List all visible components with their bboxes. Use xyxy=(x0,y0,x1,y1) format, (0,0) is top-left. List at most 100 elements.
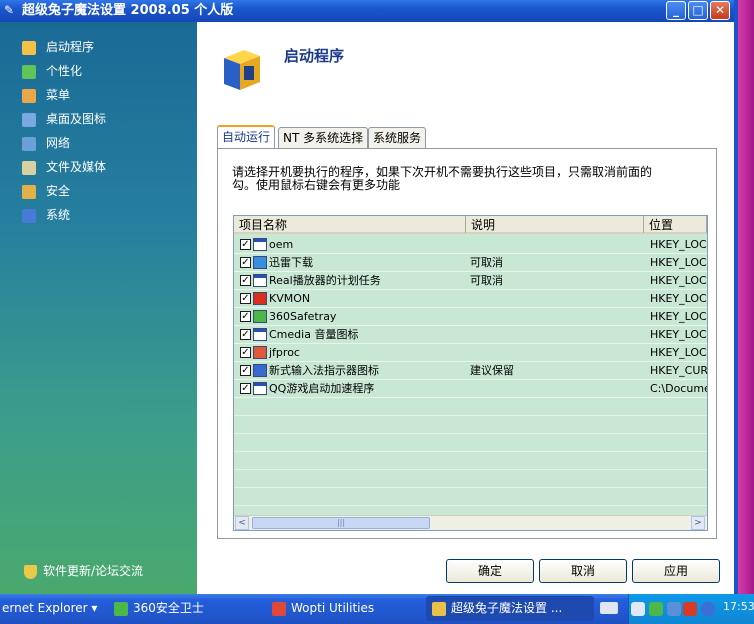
row-location: HKEY_LOCA xyxy=(650,274,707,287)
page-title: 启动程序 xyxy=(284,47,345,65)
apply-button[interactable]: 应用 xyxy=(632,559,720,583)
title-bar[interactable]: ✎ 超级兔子魔法设置 2008.05 个人版 _ □ ✕ xyxy=(0,0,738,22)
empty-row xyxy=(234,452,707,470)
sidebar-item-4[interactable]: 网络 xyxy=(22,133,70,153)
sidebar-item-0[interactable]: 启动程序 xyxy=(22,37,94,57)
taskbar-item-wopti[interactable]: Wopti Utilities xyxy=(266,596,420,621)
shield-360-icon xyxy=(114,601,128,616)
list-rows: ✓oemHKEY_LOCA✓迅雷下载可取消HKEY_LOCA✓Real播放器的计… xyxy=(234,236,707,530)
keyboard-icon[interactable] xyxy=(600,602,618,614)
table-row[interactable]: ✓ Real播放器的计划任务 可取消 HKEY_LOCA xyxy=(234,272,707,290)
scroll-right-button[interactable]: > xyxy=(691,516,705,530)
row-location: HKEY_LOCA xyxy=(650,256,707,269)
scroll-left-button[interactable]: < xyxy=(235,516,249,530)
row-name: Real播放器的计划任务 xyxy=(269,274,381,287)
kv-icon xyxy=(253,292,267,305)
sidebar-item-3[interactable]: 桌面及图标 xyxy=(22,109,106,129)
personalize-icon xyxy=(22,64,36,79)
row-checkbox[interactable]: ✓ xyxy=(240,275,251,286)
sidebar-item-5[interactable]: 文件及媒体 xyxy=(22,157,106,177)
window-app-icon xyxy=(253,382,267,395)
empty-row xyxy=(234,398,707,416)
sidebar-item-label: 菜单 xyxy=(46,88,71,102)
arrow-left-icon[interactable] xyxy=(631,602,645,616)
window-title: 超级兔子魔法设置 2008.05 个人版 xyxy=(22,3,234,18)
update-link-label: 软件更新/论坛交流 xyxy=(43,564,144,578)
row-location: HKEY_LOCA xyxy=(650,310,707,323)
row-checkbox[interactable]: ✓ xyxy=(240,311,251,322)
horizontal-scrollbar[interactable]: < ||| > xyxy=(234,515,707,530)
window-app-icon xyxy=(253,274,267,287)
sidebar-item-6[interactable]: 安全 xyxy=(22,181,70,201)
column-header-location[interactable]: 位置 xyxy=(644,216,707,234)
app-rabbit-icon: ✎ xyxy=(4,3,15,17)
row-desc: 可取消 xyxy=(470,256,503,269)
sidebar-item-label: 系统 xyxy=(46,208,71,222)
minimize-button[interactable]: _ xyxy=(666,1,686,20)
taskbar-item-ie[interactable]: ernet Explorer ▾ xyxy=(0,596,104,621)
row-name: 迅雷下载 xyxy=(269,256,313,269)
table-row[interactable]: ✓ oem HKEY_LOCA xyxy=(234,236,707,254)
table-row[interactable]: ✓ 新式输入法指示器图标 建议保留 HKEY_CURR xyxy=(234,362,707,380)
sidebar-item-label: 文件及媒体 xyxy=(46,160,107,174)
desktop-icon xyxy=(22,112,36,127)
description-text: 请选择开机要执行的程序，如果下次开机不需要执行这些项目，只需取消前面的勾。使用鼠… xyxy=(232,165,653,192)
taskbar-ie-label: ernet Explorer xyxy=(2,601,88,615)
column-header-name[interactable]: 项目名称 xyxy=(234,216,466,234)
kv-icon[interactable] xyxy=(683,602,697,616)
window-app-icon xyxy=(253,238,267,251)
startup-list[interactable]: 项目名称 说明 位置 ✓oemHKEY_LOCA✓迅雷下载可取消HKEY_LOC… xyxy=(233,215,708,531)
sidebar-item-7[interactable]: 系统 xyxy=(22,205,70,225)
row-name: QQ游戏启动加速程序 xyxy=(269,382,375,395)
ok-button[interactable]: 确定 xyxy=(446,559,534,583)
chevron-down-icon: ▾ xyxy=(91,601,98,615)
row-location: HKEY_LOCA xyxy=(650,328,707,341)
table-row[interactable]: ✓ jfproc HKEY_LOCA xyxy=(234,344,707,362)
sidebar-item-label: 网络 xyxy=(46,136,71,150)
window-app-icon xyxy=(253,328,267,341)
sidebar-item-1[interactable]: 个性化 xyxy=(22,61,82,81)
network-icon[interactable] xyxy=(667,602,681,616)
security-icon xyxy=(22,184,36,199)
shield-360-icon[interactable] xyxy=(649,602,663,616)
row-location: HKEY_LOCA xyxy=(650,238,707,251)
close-button[interactable]: ✕ xyxy=(710,1,730,20)
table-row[interactable]: ✓ 迅雷下载 可取消 HKEY_LOCA xyxy=(234,254,707,272)
table-row[interactable]: ✓ KVMON HKEY_LOCA xyxy=(234,290,707,308)
row-checkbox[interactable]: ✓ xyxy=(240,329,251,340)
row-location: HKEY_LOCA xyxy=(650,292,707,305)
table-row[interactable]: ✓ Cmedia 音量图标 HKEY_LOCA xyxy=(234,326,707,344)
empty-row xyxy=(234,488,707,506)
row-desc: 建议保留 xyxy=(470,364,514,377)
update-forum-link[interactable]: 软件更新/论坛交流 xyxy=(24,562,143,579)
taskbar-360-label: 360安全卫士 xyxy=(133,601,204,615)
tab-nt-multiboot[interactable]: NT 多系统选择 xyxy=(278,127,369,148)
taskbar-rabbit-label: 超级兔子魔法设置 ... xyxy=(451,601,563,615)
table-row[interactable]: ✓ QQ游戏启动加速程序 C:\Documer xyxy=(234,380,707,398)
row-checkbox[interactable]: ✓ xyxy=(240,383,251,394)
wopti-icon xyxy=(272,601,286,616)
startup-program-icon xyxy=(224,50,260,90)
column-header-desc[interactable]: 说明 xyxy=(466,216,644,234)
row-checkbox[interactable]: ✓ xyxy=(240,347,251,358)
sidebar-item-label: 个性化 xyxy=(46,64,83,78)
table-row[interactable]: ✓ 360Safetray HKEY_LOCA xyxy=(234,308,707,326)
menu-icon xyxy=(22,88,36,103)
taskbar-item-360[interactable]: 360安全卫士 xyxy=(108,596,260,621)
sidebar-item-label: 启动程序 xyxy=(46,40,95,54)
row-name: 360Safetray xyxy=(269,310,337,323)
tab-system-services[interactable]: 系统服务 xyxy=(368,127,427,148)
row-checkbox[interactable]: ✓ xyxy=(240,365,251,376)
row-desc: 可取消 xyxy=(470,274,503,287)
row-checkbox[interactable]: ✓ xyxy=(240,293,251,304)
taskbar-item-rabbit[interactable]: 超级兔子魔法设置 ... xyxy=(426,596,594,621)
row-checkbox[interactable]: ✓ xyxy=(240,257,251,268)
row-checkbox[interactable]: ✓ xyxy=(240,239,251,250)
scroll-thumb[interactable]: ||| xyxy=(252,517,430,529)
ie-icon[interactable] xyxy=(701,602,715,616)
row-name: KVMON xyxy=(269,292,311,305)
app-rabbit-icon xyxy=(432,601,446,616)
maximize-button[interactable]: □ xyxy=(688,1,708,20)
sidebar-item-2[interactable]: 菜单 xyxy=(22,85,70,105)
cancel-button[interactable]: 取消 xyxy=(539,559,627,583)
